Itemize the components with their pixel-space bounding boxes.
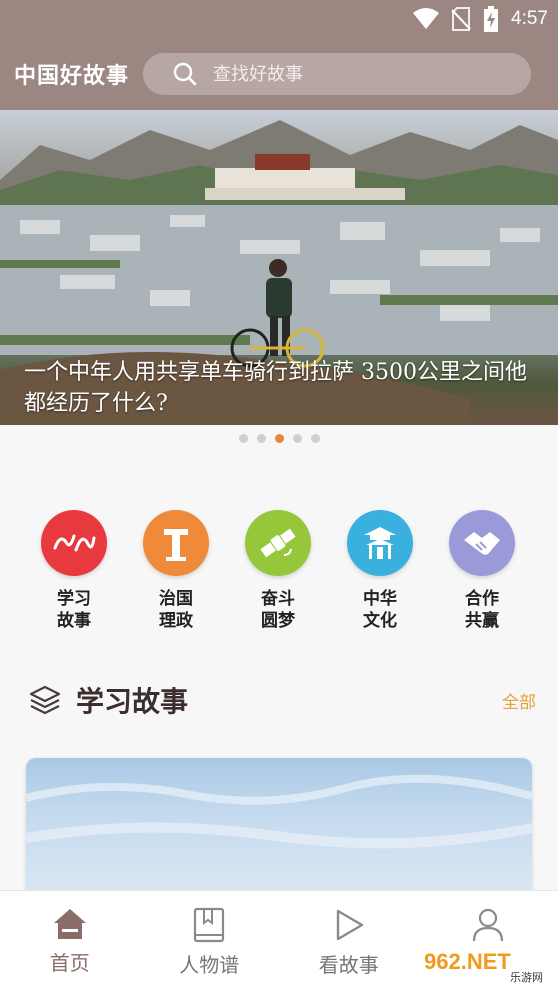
category-cooperation[interactable]: 合作共赢 — [431, 510, 533, 640]
search-bar[interactable] — [143, 53, 531, 95]
category-label: 治国理政 — [156, 588, 196, 632]
search-icon — [173, 62, 197, 86]
nav-label: 看故事 — [319, 949, 379, 978]
story-card-image — [26, 758, 532, 898]
status-bar: 4:57 — [413, 6, 548, 32]
satellite-icon — [245, 510, 311, 576]
category-label: 学习故事 — [54, 588, 94, 632]
battery-charging-icon — [483, 6, 499, 32]
section-header: 学习故事 全部 — [28, 678, 536, 722]
site-watermark: 962.NET 乐游网 — [418, 939, 552, 987]
category-grid: 学习故事 治国理政 奋斗圆梦 — [0, 510, 558, 640]
play-icon — [332, 907, 366, 943]
banner-carousel[interactable]: 一个中年人用共享单车骑行到拉萨 3500公里之间他都经历了什么? — [0, 110, 558, 425]
app-title: 中国好故事 — [14, 58, 129, 90]
pavilion-icon — [347, 510, 413, 576]
nav-label: 首页 — [50, 947, 90, 976]
category-culture[interactable]: 中华文化 — [329, 510, 431, 640]
handshake-icon — [449, 510, 515, 576]
category-governance[interactable]: 治国理政 — [125, 510, 227, 640]
search-input[interactable] — [213, 64, 493, 85]
no-sim-icon — [451, 7, 471, 31]
monument-icon — [143, 510, 209, 576]
nav-label: 人物谱 — [179, 949, 239, 978]
category-dreams[interactable]: 奋斗圆梦 — [227, 510, 329, 640]
category-study-stories[interactable]: 学习故事 — [23, 510, 125, 640]
book-icon — [192, 907, 226, 943]
study-calligraphy-icon — [41, 510, 107, 576]
category-label: 合作共赢 — [462, 588, 502, 632]
nav-watch-stories[interactable]: 看故事 — [279, 891, 419, 993]
app-header: 4:57 中国好故事 — [0, 0, 558, 110]
section-title: 学习故事 — [76, 680, 188, 720]
carousel-dot[interactable] — [293, 434, 302, 443]
banner-caption[interactable]: 一个中年人用共享单车骑行到拉萨 3500公里之间他都经历了什么? — [24, 357, 544, 419]
carousel-dot-active[interactable] — [275, 434, 284, 443]
view-all-link[interactable]: 全部 — [502, 688, 536, 713]
category-label: 奋斗圆梦 — [258, 588, 298, 632]
carousel-dot[interactable] — [311, 434, 320, 443]
clock: 4:57 — [511, 8, 548, 30]
wifi-icon — [413, 8, 439, 30]
home-icon — [52, 907, 88, 941]
layers-icon — [28, 683, 62, 717]
user-icon — [471, 907, 505, 943]
carousel-dot[interactable] — [257, 434, 266, 443]
story-card[interactable] — [26, 758, 532, 898]
nav-home[interactable]: 首页 — [0, 891, 140, 993]
category-label: 中华文化 — [360, 588, 400, 632]
svg-text:962.NET: 962.NET — [424, 949, 511, 974]
svg-text:乐游网: 乐游网 — [510, 971, 543, 984]
nav-people[interactable]: 人物谱 — [140, 891, 280, 993]
carousel-dot[interactable] — [239, 434, 248, 443]
bottom-navigation: 首页 人物谱 看故事 962.NET 乐游网 — [0, 890, 558, 993]
carousel-indicator — [0, 434, 558, 443]
